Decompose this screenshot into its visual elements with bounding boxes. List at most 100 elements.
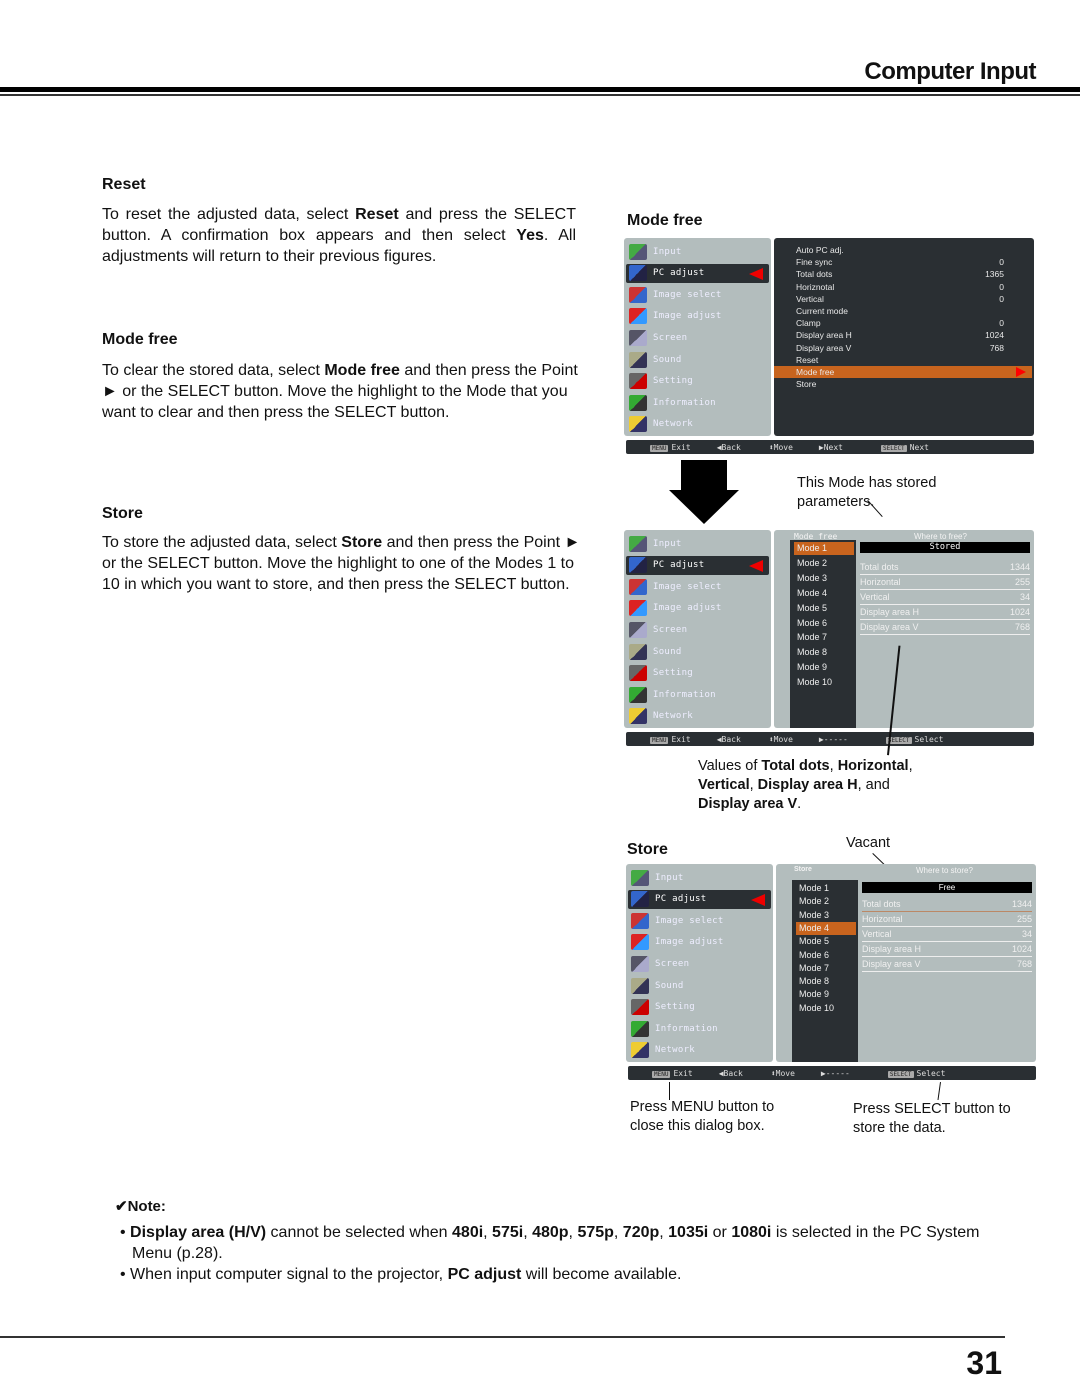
menu-item-information[interactable]: Information xyxy=(628,1019,771,1038)
mode-item[interactable]: Mode 10 xyxy=(796,1002,856,1015)
menu-item-image-select[interactable]: Image select xyxy=(628,911,771,930)
pc-adjust-item[interactable]: Mode free xyxy=(774,366,1032,378)
mode-item[interactable]: Mode 2 xyxy=(794,557,854,570)
mode-item[interactable]: Mode 7 xyxy=(796,962,856,975)
menu-item-image-select[interactable]: Image select xyxy=(626,285,769,304)
menu-item-pc-adjust[interactable]: PC adjust xyxy=(626,263,769,283)
store-text: To store the adjusted data, select Store… xyxy=(102,534,581,593)
pc-adjust-icon xyxy=(629,265,647,282)
item-value: 1024 xyxy=(985,330,1004,341)
menu-item-network[interactable]: Network xyxy=(626,707,769,726)
param-label: Display area H xyxy=(862,944,922,954)
mode-item[interactable]: Mode 4 xyxy=(796,921,856,935)
param-value: 34 xyxy=(1021,929,1032,939)
menu-item-image-adjust[interactable]: Image adjust xyxy=(626,307,769,326)
dialog-title: Store xyxy=(794,866,812,873)
menu-item-setting[interactable]: Setting xyxy=(626,664,769,683)
pc-adjust-item[interactable]: Total dots 1365 xyxy=(796,268,1004,280)
menu-item-label: Sound xyxy=(655,980,684,991)
mode-item[interactable]: Mode 1 xyxy=(794,542,854,555)
param-row: Total dots 1344 xyxy=(860,560,1030,575)
mode-item[interactable]: Mode 5 xyxy=(796,935,856,948)
menu-item-image-select[interactable]: Image select xyxy=(626,577,769,596)
mode-item[interactable]: Mode 10 xyxy=(794,676,854,689)
mode-item[interactable]: Mode 8 xyxy=(794,646,854,659)
param-row: Display area V 768 xyxy=(860,620,1030,635)
menu-item-network[interactable]: Network xyxy=(626,415,769,434)
pc-adjust-icon xyxy=(629,557,647,574)
param-value: 1344 xyxy=(1011,899,1032,909)
pc-adjust-item[interactable]: Horiznotal 0 xyxy=(796,281,1004,293)
item-label: Horiznotal xyxy=(796,281,835,292)
menu-item-label: Sound xyxy=(653,354,682,365)
osd-store-dialog: Input PC adjust Image select Image adjust Sc… xyxy=(626,864,1038,1082)
menu-item-pc-adjust[interactable]: PC adjust xyxy=(628,889,771,909)
mode-item[interactable]: Mode 9 xyxy=(796,988,856,1001)
menu-item-screen[interactable]: Screen xyxy=(628,954,771,973)
mode-free-heading: Mode free xyxy=(102,331,178,348)
pc-adjust-item[interactable]: Fine sync 0 xyxy=(796,256,1004,268)
information-icon xyxy=(631,1020,649,1037)
param-value: 768 xyxy=(1014,622,1030,632)
mode-item[interactable]: Mode 7 xyxy=(794,631,854,644)
menu-item-label: PC adjust xyxy=(655,894,707,905)
menu-item-input[interactable]: Input xyxy=(626,534,769,553)
mode-item[interactable]: Mode 5 xyxy=(794,602,854,615)
menu-item-image-adjust[interactable]: Image adjust xyxy=(626,599,769,618)
mode-item[interactable]: Mode 6 xyxy=(794,617,854,630)
menu-item-image-adjust[interactable]: Image adjust xyxy=(628,933,771,952)
menu-item-network[interactable]: Network xyxy=(628,1041,771,1060)
menu-item-label: Information xyxy=(653,689,716,700)
image-select-icon xyxy=(631,912,649,929)
item-label: Total dots xyxy=(796,269,833,280)
pc-adjust-item[interactable]: Store xyxy=(796,378,1004,390)
menu-item-sound[interactable]: Sound xyxy=(628,976,771,995)
param-label: Display area V xyxy=(862,959,921,969)
mode-item[interactable]: Mode 3 xyxy=(796,909,856,922)
menu-item-sound[interactable]: Sound xyxy=(626,350,769,369)
osd-mode-free-dialog: Input PC adjust Image select Image adjust Sc… xyxy=(624,530,1036,748)
menu-key-icon: MENU xyxy=(652,1070,671,1078)
item-label: Mode free xyxy=(796,367,835,377)
mode-item[interactable]: Mode 8 xyxy=(796,975,856,988)
figure-store-heading: Store xyxy=(627,841,668,858)
pc-adjust-item[interactable]: Vertical 0 xyxy=(796,293,1004,305)
menu-item-screen[interactable]: Screen xyxy=(626,328,769,347)
screen-icon xyxy=(629,621,647,638)
annotation-select-button: Press SELECT button to store the data. xyxy=(853,1101,1011,1136)
mode-item[interactable]: Mode 2 xyxy=(796,895,856,908)
menu-item-input[interactable]: Input xyxy=(626,242,769,261)
menu-item-setting[interactable]: Setting xyxy=(626,372,769,391)
param-row: Display area H 1024 xyxy=(860,605,1030,620)
main-menu-panel: Input PC adjust Image select Image adjust Sc… xyxy=(624,530,771,728)
image-select-icon xyxy=(629,578,647,595)
network-icon xyxy=(629,416,647,433)
param-label: Total dots xyxy=(862,899,901,909)
menu-item-screen[interactable]: Screen xyxy=(626,620,769,639)
pc-adjust-item[interactable]: Reset xyxy=(796,354,1004,366)
pc-adjust-item[interactable]: Current mode xyxy=(796,305,1004,317)
menu-item-input[interactable]: Input xyxy=(628,868,771,887)
menu-item-information[interactable]: Information xyxy=(626,685,769,704)
mode-item[interactable]: Mode 4 xyxy=(794,587,854,600)
param-value: 1344 xyxy=(1009,562,1030,572)
mode-item[interactable]: Mode 6 xyxy=(796,949,856,962)
mode-item[interactable]: Mode 3 xyxy=(794,572,854,585)
menu-item-information[interactable]: Information xyxy=(626,393,769,412)
menu-item-setting[interactable]: Setting xyxy=(628,998,771,1017)
pc-adjust-item[interactable]: Clamp 0 xyxy=(796,317,1004,329)
bar-select: Select xyxy=(916,1068,946,1078)
param-label: Vertical xyxy=(862,929,892,939)
pc-adjust-item[interactable]: Display area V 768 xyxy=(796,342,1004,354)
mode-item[interactable]: Mode 1 xyxy=(796,882,856,895)
pc-adjust-item[interactable]: Auto PC adj. xyxy=(796,244,1004,256)
menu-item-label: Input xyxy=(653,538,682,549)
menu-item-pc-adjust[interactable]: PC adjust xyxy=(626,555,769,575)
menu-item-sound[interactable]: Sound xyxy=(626,642,769,661)
sound-icon xyxy=(629,643,647,660)
header-rule xyxy=(0,87,1080,92)
bar-back: ◀Back xyxy=(716,442,741,452)
pc-adjust-item[interactable]: Display area H 1024 xyxy=(796,329,1004,341)
footer-rule xyxy=(0,1336,1005,1338)
mode-item[interactable]: Mode 9 xyxy=(794,661,854,674)
